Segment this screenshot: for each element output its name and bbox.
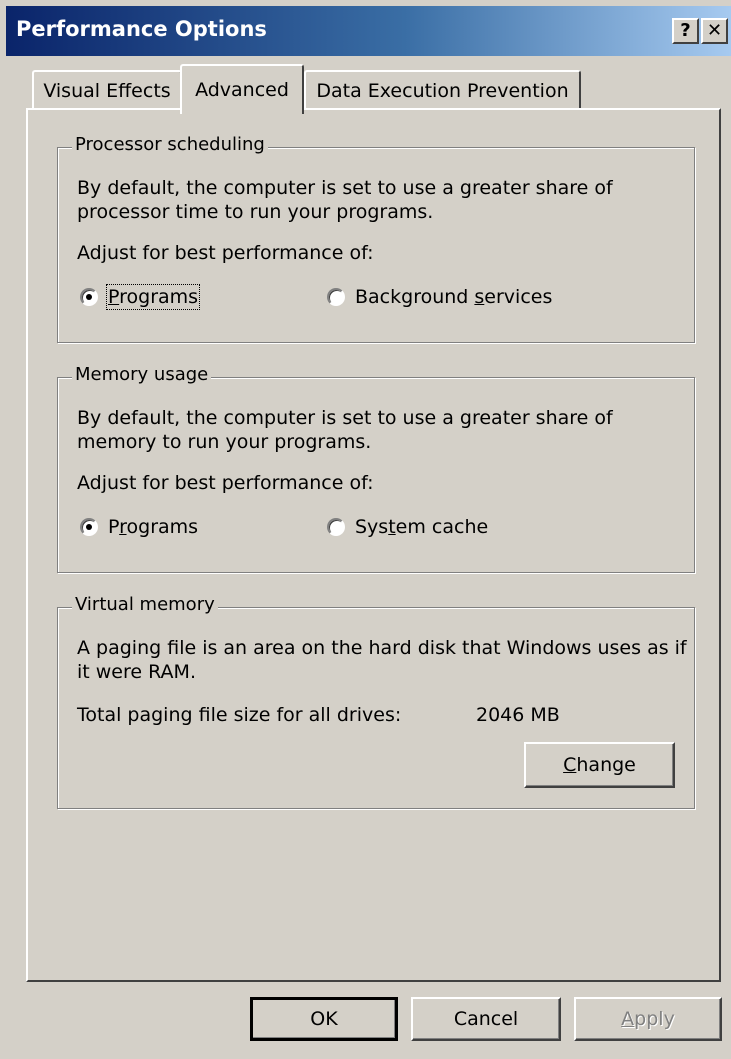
window-title: Performance Options	[16, 17, 267, 41]
memory-adjust-label: Adjust for best performance of:	[77, 472, 374, 494]
close-button[interactable]: ✕	[701, 18, 728, 44]
help-button[interactable]: ?	[672, 18, 699, 44]
help-icon: ?	[680, 20, 691, 41]
button-label: Change	[563, 754, 636, 776]
ok-button[interactable]: OK	[250, 997, 398, 1041]
change-button[interactable]: Change	[524, 742, 675, 788]
apply-button[interactable]: Apply	[574, 997, 722, 1041]
cancel-button[interactable]: Cancel	[411, 997, 561, 1041]
processor-adjust-label: Adjust for best performance of:	[77, 242, 374, 264]
radio-label: Programs	[108, 516, 199, 538]
radio-button[interactable]	[327, 518, 345, 536]
virtual-memory-group: Virtual memory A paging file is an area …	[57, 594, 695, 809]
radio-label: Background services	[355, 286, 553, 308]
memory-programs-option[interactable]: Programs	[80, 516, 198, 538]
radio-button[interactable]	[80, 288, 98, 306]
group-legend: Processor scheduling	[72, 134, 268, 155]
radio-label: Programs	[105, 284, 201, 310]
group-legend: Memory usage	[72, 364, 212, 385]
virtual-memory-description: A paging file is an area on the hard dis…	[77, 637, 687, 683]
close-icon: ✕	[706, 20, 723, 41]
button-label: Apply	[621, 1008, 675, 1030]
paging-size-label: Total paging file size for all drives:	[77, 704, 402, 726]
processor-description: By default, the computer is set to use a…	[77, 177, 613, 223]
processor-scheduling-group: Processor scheduling By default, the com…	[57, 134, 695, 343]
paging-size-value: 2046 MB	[476, 704, 560, 726]
group-legend: Virtual memory	[72, 594, 218, 615]
processor-programs-option[interactable]: Programs	[80, 284, 201, 310]
tab-data-execution-prevention[interactable]: Data Execution Prevention	[304, 70, 581, 110]
radio-label: System cache	[355, 516, 489, 538]
tab-visual-effects[interactable]: Visual Effects	[32, 70, 182, 110]
processor-background-services-option[interactable]: Background services	[327, 286, 552, 308]
tab-advanced[interactable]: Advanced	[180, 64, 304, 114]
memory-system-cache-option[interactable]: System cache	[327, 516, 488, 538]
title-bar[interactable]: Performance Options ? ✕	[6, 6, 731, 56]
memory-description: By default, the computer is set to use a…	[77, 407, 613, 453]
radio-button[interactable]	[80, 518, 98, 536]
radio-button[interactable]	[327, 288, 345, 306]
memory-usage-group: Memory usage By default, the computer is…	[57, 364, 695, 573]
performance-options-dialog: Performance Options ? ✕ Visual Effects A…	[0, 0, 731, 1059]
